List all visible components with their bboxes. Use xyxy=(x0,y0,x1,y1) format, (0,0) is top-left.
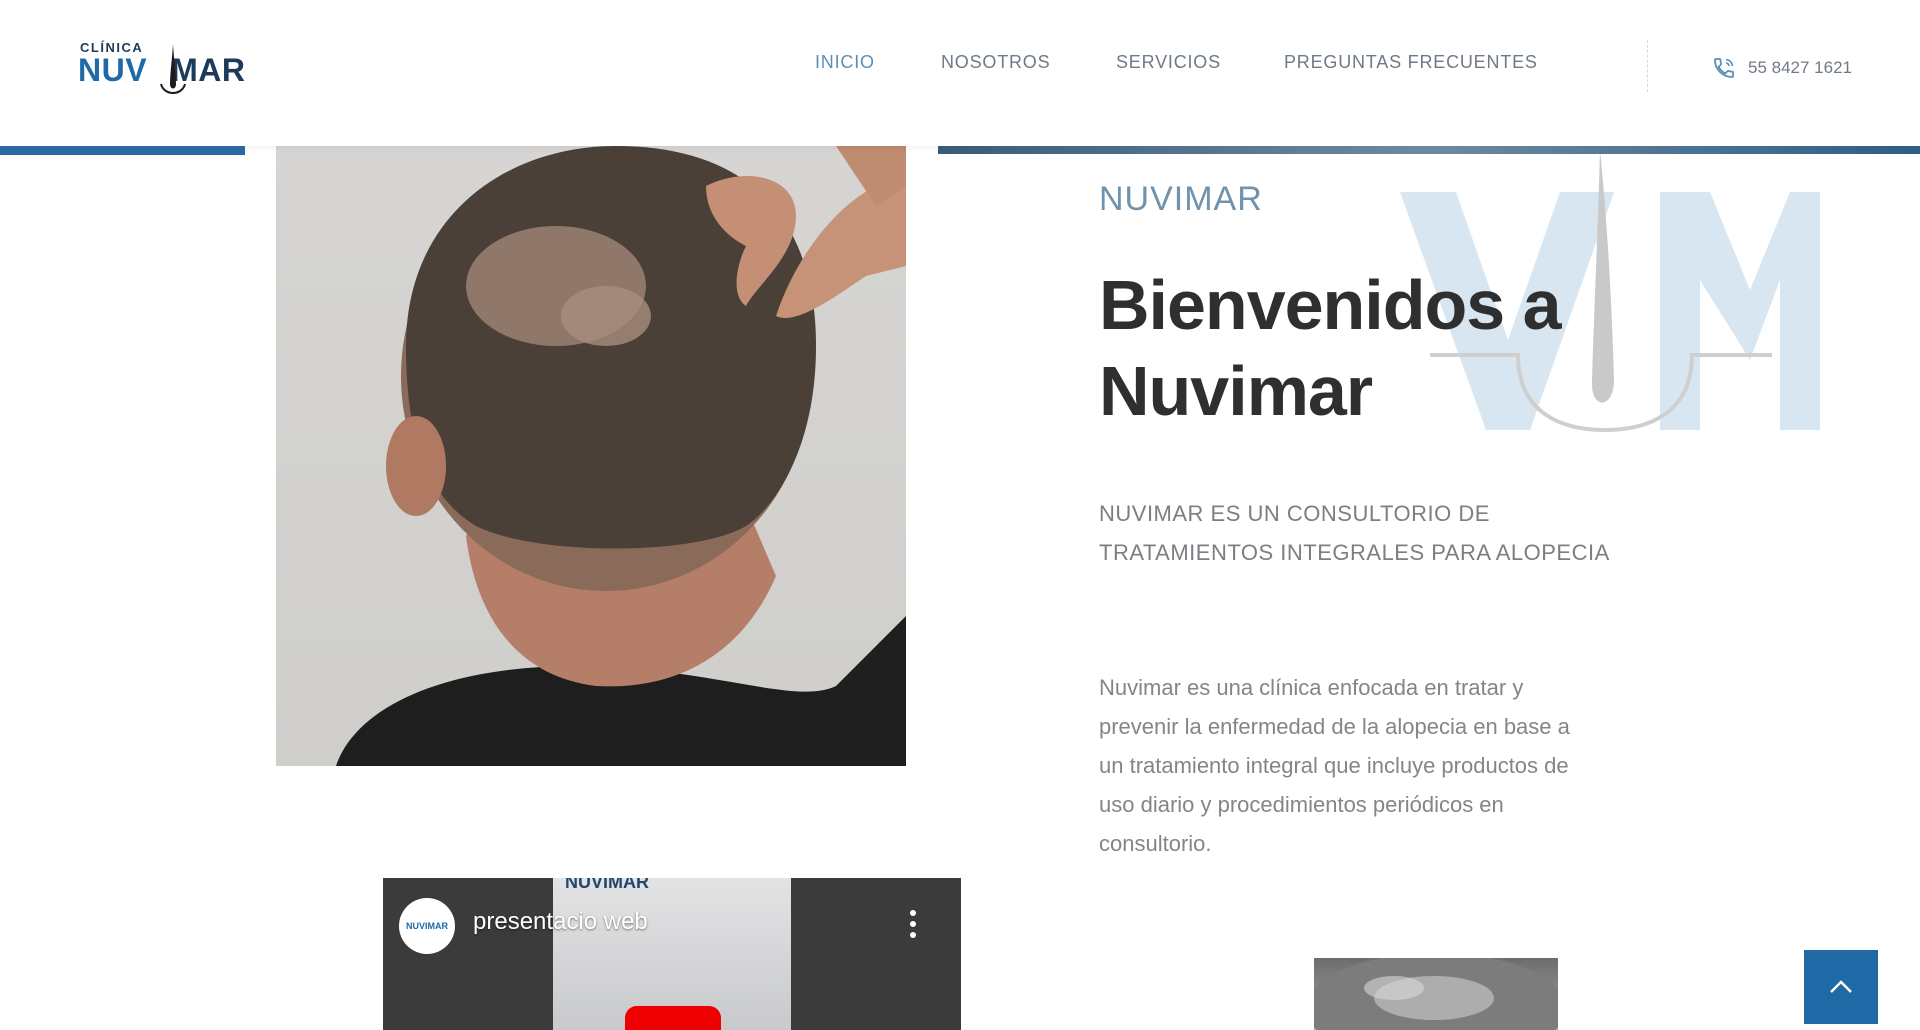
phone-icon xyxy=(1714,58,1734,78)
nav-item-nosotros[interactable]: NOSOTROS xyxy=(941,52,1050,73)
main-navigation: INICIO NOSOTROS SERVICIOS PREGUNTAS FREC… xyxy=(0,52,1920,82)
scalp-thumbnail-image xyxy=(1314,958,1558,1030)
scalp-texture xyxy=(1314,958,1558,1030)
nav-item-preguntas-frecuentes[interactable]: PREGUNTAS FRECUENTES xyxy=(1284,52,1538,73)
video-more-options-icon[interactable] xyxy=(909,910,917,938)
youtube-video-embed[interactable]: NUVIMAR NUVIMAR presentacio web xyxy=(383,878,961,1030)
phone-number: 55 8427 1621 xyxy=(1748,58,1852,77)
phone-contact[interactable]: 55 8427 1621 xyxy=(1712,54,1852,82)
header-accent-strip-left xyxy=(0,146,245,155)
balding-head-illustration xyxy=(336,146,906,766)
video-channel-avatar[interactable]: NUVIMAR xyxy=(399,898,455,954)
nav-item-servicios[interactable]: SERVICIOS xyxy=(1116,52,1221,73)
chevron-up-icon xyxy=(1830,980,1852,993)
hair-loss-photo xyxy=(276,146,906,766)
video-play-button[interactable] xyxy=(625,1006,721,1030)
scroll-to-top-button[interactable] xyxy=(1804,950,1878,1024)
nav-item-inicio[interactable]: INICIO xyxy=(815,52,875,73)
brand-heading: NUVIMAR xyxy=(1099,180,1263,218)
hero-description: Nuvimar es una clínica enfocada en trata… xyxy=(1099,675,1570,856)
video-top-logo: NUVIMAR xyxy=(565,878,649,892)
header-accent-strip-right xyxy=(938,146,1920,154)
nav-divider xyxy=(1647,40,1648,92)
welcome-title: Bienvenidos a Nuvimar xyxy=(1099,266,1562,430)
video-title[interactable]: presentacio web xyxy=(473,908,648,936)
site-header: CLÍNICA NUV MAR INICIO NOSOTROS SERVICIOS… xyxy=(0,0,1920,146)
hero-subtitle: NUVIMAR ES UN CONSULTORIO DE TRATAMIENTO… xyxy=(1099,501,1610,565)
